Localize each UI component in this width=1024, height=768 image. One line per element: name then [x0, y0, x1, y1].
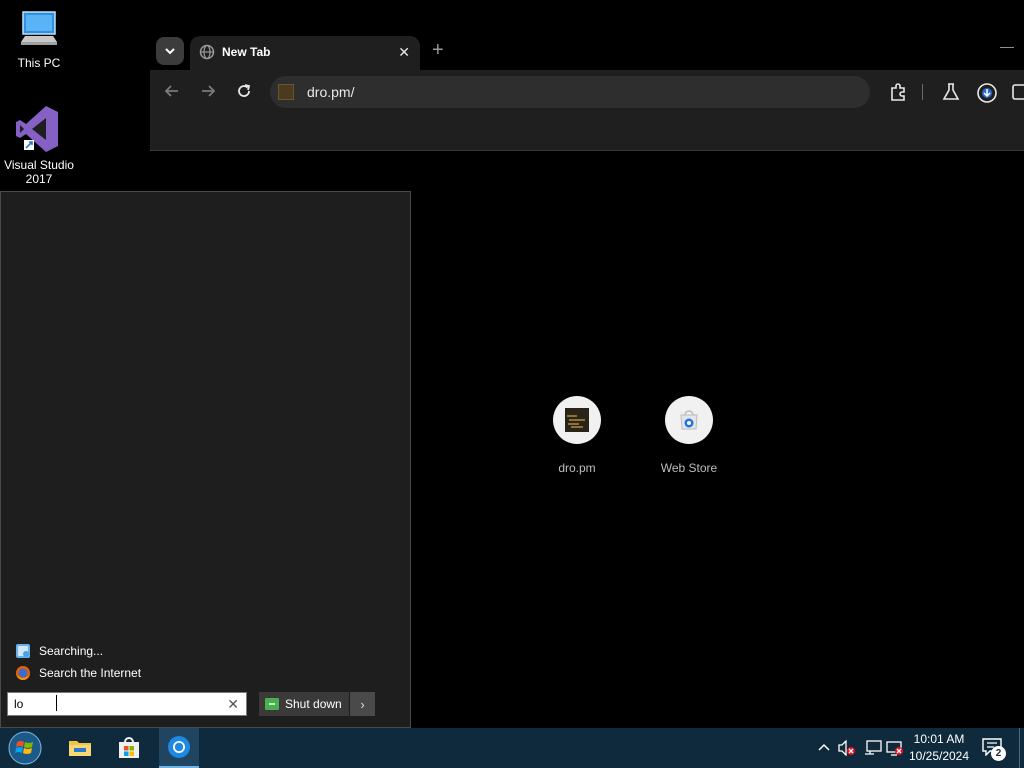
- clear-search-button[interactable]: ✕: [227, 696, 239, 713]
- taskbar-microsoft-store[interactable]: [109, 728, 149, 768]
- shortcut-web-store[interactable]: Web Store: [644, 396, 734, 475]
- tab-new-tab[interactable]: New Tab ✕: [190, 36, 420, 70]
- store-icon: [119, 737, 139, 758]
- browser-toolbar: dro.pm/: [150, 70, 1024, 114]
- firefox-icon: [16, 666, 30, 680]
- start-button[interactable]: [6, 730, 44, 766]
- puzzle-icon: [891, 83, 905, 101]
- this-pc-label: This PC: [17, 56, 61, 70]
- arrow-left-icon: [164, 85, 178, 97]
- bookmarks-bar: [150, 114, 1024, 151]
- security-alert-icon: [886, 741, 903, 756]
- flask-icon: [942, 83, 960, 100]
- arrow-right-icon: [202, 85, 216, 97]
- network-button[interactable]: [864, 740, 882, 761]
- show-hidden-icons-button[interactable]: [817, 740, 831, 759]
- site-info-icon[interactable]: [278, 84, 294, 100]
- reload-icon: [238, 84, 251, 97]
- dro-pm-favicon: [565, 408, 589, 432]
- visual-studio-label: Visual Studio 2017: [4, 158, 74, 186]
- web-store-icon: [680, 410, 698, 430]
- toolbar-divider: [922, 84, 923, 100]
- shutdown-icon: [265, 698, 279, 710]
- desktop-icon-this-pc[interactable]: This PC: [1, 10, 77, 70]
- shortcut-label: Web Store: [660, 461, 718, 475]
- globe-icon: [199, 44, 215, 60]
- shortcut-dro-pm[interactable]: dro.pm: [532, 396, 622, 475]
- reload-button[interactable]: [236, 83, 252, 103]
- text-cursor: [56, 695, 57, 711]
- side-panel-button[interactable]: [1012, 82, 1024, 107]
- address-bar[interactable]: dro.pm/: [270, 76, 870, 108]
- search-result-internet[interactable]: Search the Internet: [15, 664, 141, 682]
- side-panel-icon: [1012, 84, 1024, 100]
- folder-icon: [69, 741, 91, 756]
- result-label: Search the Internet: [39, 666, 142, 680]
- start-menu: Searching... Search the Internet lo ✕ Sh…: [0, 191, 411, 728]
- volume-button[interactable]: [838, 739, 856, 761]
- forward-button[interactable]: [200, 83, 216, 103]
- new-tab-button[interactable]: +: [432, 40, 444, 60]
- shut-down-button[interactable]: Shut down: [259, 692, 349, 716]
- windows-orb-icon: [8, 731, 42, 765]
- clock-date[interactable]: 10/25/2024: [908, 749, 970, 763]
- minimize-button[interactable]: —: [1000, 38, 1014, 54]
- notification-count-badge: 2: [991, 746, 1006, 761]
- chrome-icon: [168, 736, 190, 758]
- taskbar-chrome[interactable]: [159, 728, 199, 768]
- shut-down-label: Shut down: [285, 697, 342, 711]
- chevron-down-icon: [165, 48, 175, 55]
- security-button[interactable]: [886, 740, 904, 761]
- action-center-button[interactable]: 2: [982, 738, 1008, 762]
- network-icon: [865, 740, 882, 755]
- taskbar: 10:01 AM 10/25/2024 2: [0, 728, 1024, 768]
- search-input-value: lo: [14, 697, 24, 711]
- labs-button[interactable]: [942, 82, 960, 107]
- search-result-searching[interactable]: Searching...: [15, 642, 103, 660]
- clock-time[interactable]: 10:01 AM: [910, 732, 968, 746]
- shortcut-label: dro.pm: [558, 461, 596, 475]
- result-label: Searching...: [39, 644, 104, 658]
- taskbar-file-explorer[interactable]: [60, 728, 100, 768]
- tab-close-button[interactable]: ✕: [398, 44, 410, 60]
- chevron-up-icon: [818, 743, 830, 751]
- start-search-input[interactable]: lo ✕: [7, 692, 247, 716]
- desktop-icon-visual-studio[interactable]: Visual Studio 2017: [1, 104, 77, 186]
- extensions-button[interactable]: [888, 82, 908, 107]
- desktop: This PC Visual Studio 2017 New Tab ✕ + —…: [0, 0, 1024, 768]
- visual-studio-icon: [16, 106, 58, 152]
- show-desktop-button[interactable]: [1019, 728, 1020, 768]
- volume-muted-icon: [838, 739, 855, 757]
- tab-strip: New Tab ✕ + —: [150, 30, 1024, 70]
- download-circle-icon: [977, 83, 997, 103]
- shortcut-tile: [665, 396, 713, 444]
- back-button[interactable]: [164, 83, 180, 103]
- tab-search-button[interactable]: [156, 37, 184, 65]
- this-pc-icon: [21, 11, 57, 45]
- search-results-icon: [16, 644, 30, 658]
- shortcut-tile: [553, 396, 601, 444]
- shut-down-options-button[interactable]: ›: [349, 692, 375, 716]
- profile-button[interactable]: [976, 82, 998, 109]
- address-url: dro.pm/: [307, 84, 355, 100]
- tab-title: New Tab: [222, 45, 271, 59]
